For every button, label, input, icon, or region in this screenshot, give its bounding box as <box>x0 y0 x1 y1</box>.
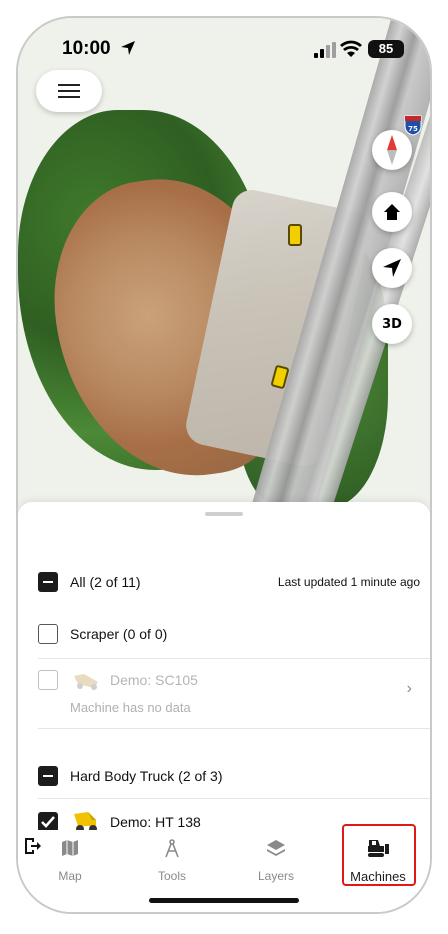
divider <box>38 798 430 799</box>
clock: 10:00 <box>62 38 111 59</box>
3d-toggle-button[interactable]: 3D <box>372 304 412 344</box>
machine-checkbox[interactable] <box>38 670 58 690</box>
all-group-row[interactable]: All (2 of 11) Last updated 1 minute ago <box>18 572 430 596</box>
tab-bar: Map Tools Layers Machines <box>18 824 430 912</box>
tab-layers[interactable]: Layers <box>236 838 316 883</box>
menu-button[interactable] <box>36 70 102 112</box>
truck-group-checkbox[interactable] <box>38 766 58 786</box>
all-group-label: All (2 of 11) <box>70 574 141 590</box>
tab-label: Tools <box>157 869 186 883</box>
machine-name: Demo: HT 138 <box>110 814 201 830</box>
highway-shield-icon: 75 <box>404 115 422 136</box>
locate-button[interactable] <box>372 248 412 288</box>
battery-indicator: 85 <box>368 40 404 58</box>
scraper-checkbox[interactable] <box>38 624 58 644</box>
machine-name: Demo: SC105 <box>110 672 198 688</box>
machine-note: Machine has no data <box>70 700 191 715</box>
truck-group-row[interactable]: Hard Body Truck (2 of 3) <box>18 766 430 790</box>
scraper-group-label: Scraper (0 of 0) <box>70 626 168 642</box>
home-button[interactable] <box>372 192 412 232</box>
home-icon <box>384 204 400 220</box>
sheet-grabber[interactable] <box>205 512 243 516</box>
compass-drafting-icon <box>165 839 179 858</box>
divider <box>38 728 430 729</box>
tab-map[interactable]: Map <box>30 838 110 883</box>
hamburger-icon <box>58 84 80 98</box>
scraper-group-row[interactable]: Scraper (0 of 0) <box>18 624 430 648</box>
compass-button[interactable] <box>372 130 412 170</box>
wifi-icon <box>340 40 362 57</box>
status-bar: 10:00 85 <box>18 18 430 74</box>
svg-text:75: 75 <box>408 125 418 133</box>
location-arrow-icon <box>121 41 135 55</box>
navigation-arrow-icon <box>383 259 401 277</box>
truck-marker[interactable] <box>288 224 302 246</box>
machine-checkbox[interactable] <box>38 812 58 832</box>
machine-row[interactable]: Demo: SC105 Machine has no data › <box>18 670 430 726</box>
layers-icon <box>267 840 285 856</box>
tab-tools[interactable]: Tools <box>132 838 212 883</box>
tab-label: Map <box>58 869 82 883</box>
signal-icon <box>314 42 336 58</box>
tab-label: Layers <box>257 869 295 883</box>
compass-icon <box>387 135 397 165</box>
home-indicator[interactable] <box>149 898 299 903</box>
scraper-icon <box>74 674 98 690</box>
map-view[interactable]: 75 10:00 85 3D <box>18 18 430 518</box>
phone-frame: 75 10:00 85 3D All (2 of 11) Last update… <box>16 16 432 914</box>
chevron-right-icon[interactable]: › <box>407 680 412 698</box>
divider <box>38 658 430 659</box>
all-checkbox[interactable] <box>38 572 58 592</box>
last-updated-text: Last updated 1 minute ago <box>277 575 420 589</box>
map-icon <box>62 840 78 856</box>
3d-label: 3D <box>382 316 402 332</box>
active-tab-highlight <box>342 824 416 886</box>
checkmark-icon <box>41 816 55 828</box>
truck-group-label: Hard Body Truck (2 of 3) <box>70 768 223 784</box>
